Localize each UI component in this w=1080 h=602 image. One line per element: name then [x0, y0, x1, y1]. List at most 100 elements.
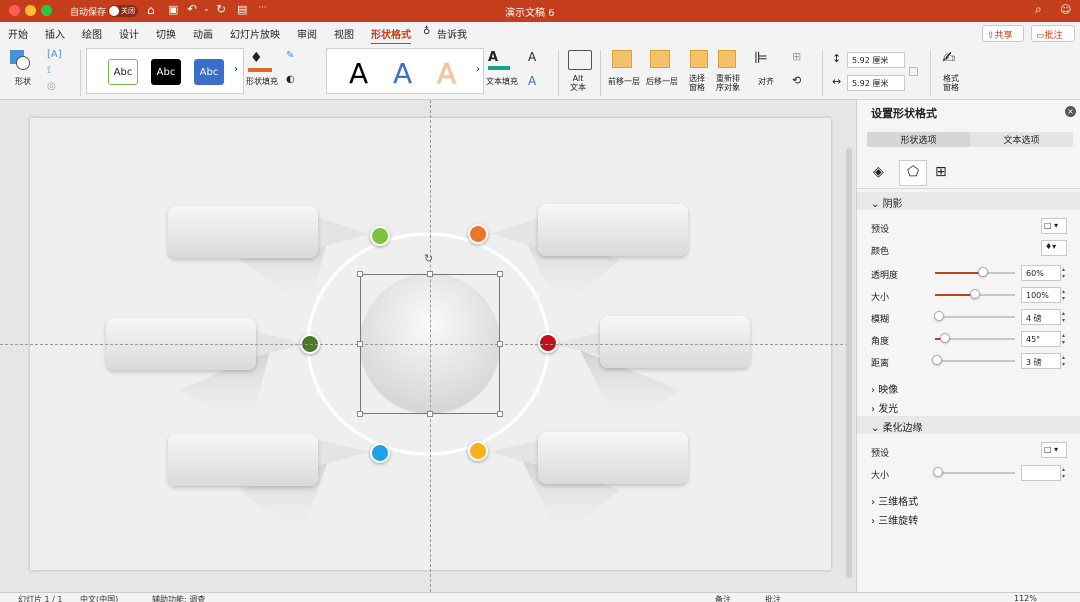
more-icon[interactable]: ···: [258, 3, 267, 13]
shapes-icon[interactable]: [10, 50, 32, 72]
selection-pane-icon[interactable]: [690, 50, 708, 68]
reorder-icon[interactable]: [718, 50, 736, 68]
tab-text-options[interactable]: 文本选项: [970, 132, 1073, 147]
autosave-toggle[interactable]: 关闭: [108, 5, 138, 17]
angle-stepper[interactable]: ▴ ▾: [1062, 332, 1070, 346]
rotate-icon[interactable]: ⟲: [792, 74, 801, 87]
callout-mid-right[interactable]: [600, 316, 750, 368]
angle-slider-knob[interactable]: [940, 333, 950, 343]
maximize-window-button[interactable]: [41, 5, 52, 16]
tell-me-input[interactable]: 告诉我: [437, 26, 467, 41]
width-input[interactable]: 5.92 厘米: [847, 75, 905, 91]
accessibility-status[interactable]: 辅助功能: 调查: [152, 594, 205, 602]
present-icon[interactable]: ▤: [237, 3, 247, 16]
send-backward-label[interactable]: 后移一层: [646, 76, 678, 87]
soft-edges-preset-dropdown[interactable]: □ ▾: [1041, 442, 1067, 458]
soft-size-knob[interactable]: [933, 467, 943, 477]
wordart-more-icon[interactable]: ›: [476, 64, 480, 75]
text-outline-icon[interactable]: A: [528, 50, 536, 64]
edit-shape-icon[interactable]: ⟟: [47, 65, 51, 76]
chevron-right-icon[interactable]: ›: [234, 64, 238, 75]
wordart-orange[interactable]: A: [437, 57, 456, 90]
send-backward-icon[interactable]: [650, 50, 670, 68]
comments-status-button[interactable]: 批注: [765, 594, 781, 602]
transparency-slider-knob[interactable]: [978, 267, 988, 277]
text-fill-icon[interactable]: A: [488, 50, 510, 70]
reorder-label[interactable]: 重新排 序对象: [716, 74, 740, 92]
glow-section[interactable]: › 发光: [857, 397, 1080, 415]
undo-icon[interactable]: ↶: [187, 2, 197, 16]
language[interactable]: 中文(中国): [80, 594, 118, 602]
selection-pane-label[interactable]: 选择 窗格: [689, 74, 705, 92]
transparency-stepper[interactable]: ▴ ▾: [1062, 266, 1070, 280]
text-effects-icon[interactable]: A: [528, 74, 536, 88]
format-pane-label[interactable]: 格式 窗格: [943, 74, 959, 92]
dot-blue[interactable]: [370, 443, 390, 463]
angle-input[interactable]: 45°: [1021, 331, 1061, 347]
account-icon[interactable]: ☺: [1060, 3, 1071, 16]
selection-box[interactable]: [360, 274, 500, 414]
bring-forward-label[interactable]: 前移一层: [608, 76, 640, 87]
minimize-window-button[interactable]: [25, 5, 36, 16]
tab-slideshow[interactable]: 幻灯片放映: [230, 26, 280, 41]
blur-slider[interactable]: [935, 316, 1015, 318]
group-icon[interactable]: ⊞: [792, 50, 801, 63]
resize-handle[interactable]: [357, 341, 363, 347]
distance-slider[interactable]: [935, 360, 1015, 362]
3d-format-section[interactable]: › 三维格式: [857, 490, 1080, 508]
effects-tab[interactable]: ⬠: [899, 160, 927, 186]
size-stepper[interactable]: ▴ ▾: [1062, 288, 1070, 302]
fill-bucket-icon[interactable]: ♦: [248, 50, 272, 72]
resize-handle[interactable]: [357, 411, 363, 417]
tab-animations[interactable]: 动画: [193, 26, 213, 41]
format-pane-icon[interactable]: ✍: [942, 48, 955, 67]
blur-stepper[interactable]: ▴ ▾: [1062, 310, 1070, 324]
zoom-level[interactable]: 112%: [1014, 594, 1037, 602]
blur-slider-knob[interactable]: [934, 311, 944, 321]
3d-rotation-section[interactable]: › 三维旋转: [857, 509, 1080, 527]
share-button[interactable]: ⇪共享: [982, 25, 1024, 42]
height-input[interactable]: 5.92 厘米: [847, 52, 905, 68]
wordart-blue[interactable]: A: [393, 57, 412, 90]
callout-bottom-right[interactable]: [538, 432, 688, 484]
tab-shape-format[interactable]: 形状格式: [371, 26, 411, 45]
wordart-black[interactable]: A: [349, 57, 368, 90]
transparency-input[interactable]: 60%: [1021, 265, 1061, 281]
distance-slider-knob[interactable]: [932, 355, 942, 365]
redo-icon[interactable]: ↻: [216, 2, 226, 16]
shape-effects-icon[interactable]: ◐: [286, 74, 295, 85]
size-properties-icon[interactable]: ⊞: [935, 164, 947, 180]
style-blue[interactable]: Abc: [194, 59, 224, 85]
text-box-icon[interactable]: [A]: [47, 49, 62, 60]
search-icon[interactable]: ⌕: [1035, 2, 1042, 17]
reflection-section[interactable]: › 映像: [857, 378, 1080, 396]
alt-text-icon[interactable]: [568, 50, 592, 70]
tab-review[interactable]: 审阅: [297, 26, 317, 41]
style-outline[interactable]: Abc: [108, 59, 138, 85]
merge-shapes-icon[interactable]: ◎: [47, 81, 56, 92]
align-icon[interactable]: ⊫: [754, 48, 768, 67]
distance-stepper[interactable]: ▴ ▾: [1062, 354, 1070, 368]
distance-input[interactable]: 3 磅: [1021, 353, 1061, 369]
comments-button[interactable]: ▭批注: [1031, 25, 1075, 42]
style-black[interactable]: Abc: [151, 59, 181, 85]
home-icon[interactable]: ⌂: [147, 3, 155, 17]
callout-top-left[interactable]: [168, 206, 318, 258]
callout-bottom-left[interactable]: [168, 434, 318, 486]
dot-yellow[interactable]: [468, 441, 488, 461]
blur-input[interactable]: 4 磅: [1021, 309, 1061, 325]
shadow-preset-dropdown[interactable]: □ ▾: [1041, 218, 1067, 234]
callout-top-right[interactable]: [538, 204, 688, 256]
dot-orange[interactable]: [468, 224, 488, 244]
save-icon[interactable]: ▣: [168, 3, 178, 16]
tab-home[interactable]: 开始: [8, 26, 28, 41]
tab-view[interactable]: 视图: [334, 26, 354, 41]
tab-insert[interactable]: 插入: [45, 26, 65, 41]
dot-lime[interactable]: [370, 226, 390, 246]
close-window-button[interactable]: [9, 5, 20, 16]
tab-shape-options[interactable]: 形状选项: [867, 132, 970, 147]
alt-text-button[interactable]: Alt 文本: [570, 74, 586, 92]
soft-size-input[interactable]: [1021, 465, 1061, 481]
tab-draw[interactable]: 绘图: [82, 26, 102, 41]
tab-design[interactable]: 设计: [119, 26, 139, 41]
